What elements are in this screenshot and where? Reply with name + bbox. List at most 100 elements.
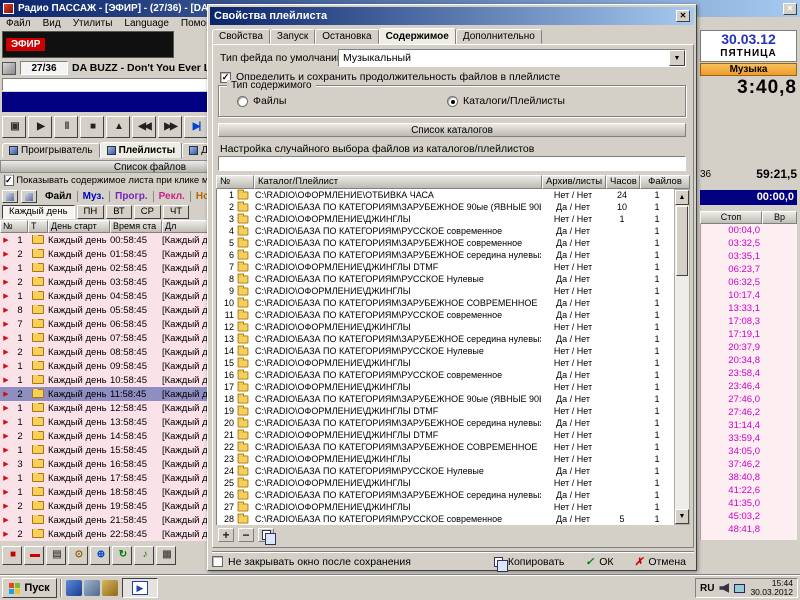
stop-time-row[interactable]: 45:03,2 [701,510,797,523]
copy-list-button[interactable]: ▣ [2,116,26,138]
dialog-tab[interactable]: Запуск [269,29,316,44]
catalog-row[interactable]: 7 C:\RADIO\ОФОРМЛЕНИЕ\ДЖИНГЛЫ DTMF Нет / Н… [217,261,674,273]
volume-icon[interactable] [719,583,730,593]
catalog-row[interactable]: 12 C:\RADIO\ОФОРМЛЕНИЕ\ДЖИНГЛЫ Нет / Нет 1 [217,321,674,333]
stop-time-row[interactable]: 23:58,4 [701,367,797,380]
catalog-row[interactable]: 2 C:\RADIO\БАЗА ПО КАТЕГОРИЯМ\ЗАРУБЕЖНОЕ … [217,201,674,213]
eject-button[interactable]: ▲ [106,116,130,138]
catalog-row[interactable]: 24 C:\RADIO\БАЗА ПО КАТЕГОРИЯМ\РУССКОЕ Ну… [217,465,674,477]
stop-time-row[interactable]: 03:35,1 [701,250,797,263]
catalog-row[interactable]: 28 C:\RADIO\БАЗА ПО КАТЕГОРИЯМ\РУССКОЕ со… [217,513,674,525]
day-button[interactable]: СР [133,204,161,219]
menu-item[interactable]: Вид [37,18,67,29]
grid-button[interactable]: ▦ [156,545,176,565]
catalog-row[interactable]: 9 C:\RADIO\ОФОРМЛЕНИЕ\ДЖИНГЛЫ Нет / Нет 1 [217,285,674,297]
taskbar-app-button[interactable]: ▶ [122,578,158,598]
stop-time-row[interactable]: 33:59,4 [701,432,797,445]
catalog-row[interactable]: 13 C:\RADIO\БАЗА ПО КАТЕГОРИЯМ\ЗАРУБЕЖНОЕ… [217,333,674,345]
stop-column-header[interactable]: Стоп [700,211,762,224]
random-config-input[interactable] [218,156,686,171]
display-icon[interactable] [734,583,746,593]
rewind-button[interactable]: ◀◀ [132,116,156,138]
stop-time-row[interactable]: 41:35,0 [701,497,797,510]
refresh-button[interactable]: ↻ [112,545,132,565]
stop-button[interactable]: ■ [80,116,104,138]
stop-time-row[interactable]: 37:46,2 [701,458,797,471]
category-tool-2-button[interactable] [21,190,37,203]
menu-item[interactable]: Утилиты [67,18,119,29]
stop-time-row[interactable]: 06:23,7 [701,263,797,276]
tab-player[interactable]: Проигрыватель [2,143,100,158]
catalog-row[interactable]: 4 C:\RADIO\БАЗА ПО КАТЕГОРИЯМ\РУССКОЕ сов… [217,225,674,237]
fade-type-select[interactable]: Музыкальный ▼ [338,49,686,67]
day-button[interactable]: ПН [76,204,105,219]
catalog-row[interactable]: 11 C:\RADIO\БАЗА ПО КАТЕГОРИЯМ\РУССКОЕ со… [217,309,674,321]
copy-button[interactable]: Копировать [486,556,573,572]
next-track-button[interactable]: ▶| [184,116,208,138]
catalog-row[interactable]: 1 C:\RADIO\ОФОРМЛЕНИЕ\ОТБИВКА ЧАСА Нет / Н… [217,189,674,201]
stop-time-row[interactable]: 20:37,9 [701,341,797,354]
day-button[interactable]: Каждый день [2,204,75,219]
fast-forward-button[interactable]: ▶▶ [158,116,182,138]
catalog-row[interactable]: 14 C:\RADIO\БАЗА ПО КАТЕГОРИЯМ\РУССКОЕ Ну… [217,345,674,357]
shortcut-2-icon[interactable] [84,580,100,596]
vr-column-header[interactable]: Вр [762,211,797,224]
stop-all-button[interactable]: ■ [2,545,22,565]
catalog-row[interactable]: 6 C:\RADIO\БАЗА ПО КАТЕГОРИЯМ\ЗАРУБЕЖНОЕ … [217,249,674,261]
catalog-column-header[interactable]: Каталог/Плейлист [254,175,542,189]
ok-button[interactable]: ✓ ОК [577,556,621,568]
stop-time-row[interactable]: 27:46,2 [701,406,797,419]
chevron-down-icon[interactable]: ▼ [669,50,685,66]
cancel-button[interactable]: ✗ Отмена [627,556,695,568]
dialog-close-button[interactable]: ✕ [676,10,690,22]
clock-button[interactable]: ⊙ [68,545,88,565]
stop-time-row[interactable]: 13:33,1 [701,302,797,315]
catalog-column-header[interactable]: № [216,175,254,189]
catalog-row[interactable]: 15 C:\RADIO\ОФОРМЛЕНИЕ\ДЖИНГЛЫ Нет / Нет 1 [217,357,674,369]
catalog-column-header[interactable]: Файлов [640,175,690,189]
category-tool-1-button[interactable] [2,190,18,203]
catalog-row[interactable]: 26 C:\RADIO\БАЗА ПО КАТЕГОРИЯМ\ЗАРУБЕЖНОЕ… [217,489,674,501]
catalog-row[interactable]: 19 C:\RADIO\ОФОРМЛЕНИЕ\ДЖИНГЛЫ DTMF Нет / … [217,405,674,417]
pause-button[interactable]: ‖ [54,116,78,138]
keyboard-layout-indicator[interactable]: RU [700,583,714,594]
catalog-scrollbar[interactable]: ▲ ▼ [674,189,690,525]
menu-item[interactable]: Language [118,18,175,29]
trash-button[interactable]: ▤ [46,545,66,565]
catalog-row[interactable]: 3 C:\RADIO\ОФОРМЛЕНИЕ\ДЖИНГЛЫ Нет / Нет 1 1 [217,213,674,225]
catalog-row[interactable]: 5 C:\RADIO\БАЗА ПО КАТЕГОРИЯМ\ЗАРУБЕЖНОЕ … [217,237,674,249]
category-tab[interactable]: Файл [40,191,77,202]
catalog-row[interactable]: 16 C:\RADIO\БАЗА ПО КАТЕГОРИЯМ\РУССКОЕ со… [217,369,674,381]
keep-open-checkbox[interactable] [212,556,223,567]
category-tab[interactable]: Муз. [78,191,110,202]
catalogs-radio[interactable]: Каталоги/Плейлисты [447,95,565,107]
stop-time-row[interactable]: 34:05,0 [701,445,797,458]
dialog-tab[interactable]: Свойства [212,29,270,44]
scroll-thumb[interactable] [676,206,688,276]
shortcut-3-icon[interactable] [102,580,118,596]
taskbar-clock[interactable]: 15:44 30.03.2012 [750,579,793,597]
catalog-row[interactable]: 17 C:\RADIO\ОФОРМЛЕНИЕ\ДЖИНГЛЫ Нет / Нет 1 [217,381,674,393]
day-button[interactable]: ВТ [106,204,132,219]
catalog-row[interactable]: 20 C:\RADIO\БАЗА ПО КАТЕГОРИЯМ\ЗАРУБЕЖНОЕ… [217,417,674,429]
stop-time-row[interactable]: 10:17,4 [701,289,797,302]
start-button[interactable]: Пуск [2,578,57,598]
stop-time-row[interactable]: 00:04,0 [701,224,797,237]
catalog-column-header[interactable]: Часов [606,175,640,189]
dialog-tab[interactable]: Содержимое [378,28,456,45]
play-button[interactable]: ▶ [28,116,52,138]
scroll-down-icon[interactable]: ▼ [675,509,689,524]
catalog-row[interactable]: 25 C:\RADIO\ОФОРМЛЕНИЕ\ДЖИНГЛЫ Нет / Нет 1 [217,477,674,489]
audio-button[interactable]: ♪ [134,545,154,565]
stop-time-row[interactable]: 06:32,5 [701,276,797,289]
stop-time-row[interactable]: 31:14,4 [701,419,797,432]
stop-time-row[interactable]: 48:41,8 [701,523,797,536]
stop-time-row[interactable]: 23:46,4 [701,380,797,393]
show-content-checkbox[interactable]: ✓ [4,175,14,186]
catalog-column-header[interactable]: Архив/листы [542,175,606,189]
catalog-row[interactable]: 10 C:\RADIO\БАЗА ПО КАТЕГОРИЯМ\ЗАРУБЕЖНОЕ… [217,297,674,309]
playlist-column-header[interactable]: Т [28,220,48,233]
catalog-row[interactable]: 8 C:\RADIO\БАЗА ПО КАТЕГОРИЯМ\РУССКОЕ Нул… [217,273,674,285]
shortcut-1-icon[interactable] [66,580,82,596]
dialog-tab[interactable]: Дополнительно [455,29,542,44]
